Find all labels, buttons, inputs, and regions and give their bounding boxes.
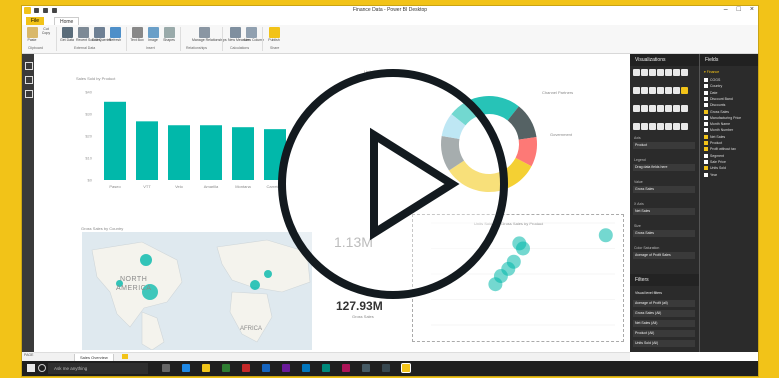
video-overlay [0, 0, 779, 378]
play-icon [370, 127, 460, 241]
play-button[interactable] [278, 69, 508, 299]
